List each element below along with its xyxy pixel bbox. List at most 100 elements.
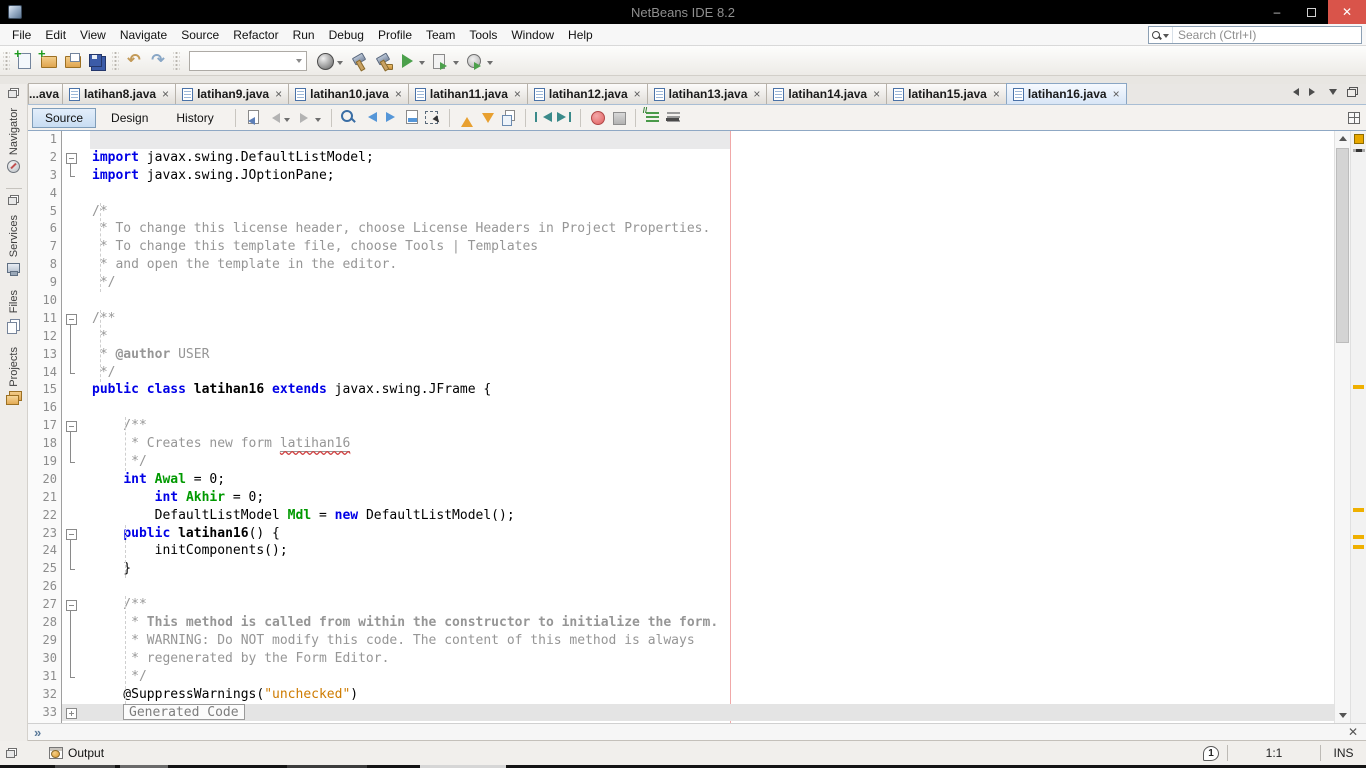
output-tab[interactable]: Output bbox=[47, 744, 112, 762]
close-button[interactable]: ✕ bbox=[1328, 0, 1366, 24]
scroll-tabs-right-button[interactable] bbox=[1309, 88, 1319, 96]
move-up-icon[interactable] bbox=[458, 109, 475, 127]
code-line[interactable]: */ bbox=[90, 668, 1334, 686]
fold-marker[interactable] bbox=[62, 166, 90, 185]
menu-refactor[interactable]: Refactor bbox=[226, 25, 285, 45]
minimize-button[interactable]: – bbox=[1260, 0, 1294, 24]
code-line[interactable]: /** bbox=[90, 310, 1334, 328]
code-line[interactable]: DefaultListModel Mdl = new DefaultListMo… bbox=[90, 507, 1334, 525]
fold-marker[interactable] bbox=[62, 363, 90, 382]
code-line[interactable]: * To change this template file, choose T… bbox=[90, 238, 1334, 256]
code-line[interactable]: * WARNING: Do NOT modify this code. The … bbox=[90, 632, 1334, 650]
shift-left-icon[interactable] bbox=[534, 109, 552, 126]
line-number[interactable]: 1 bbox=[36, 131, 57, 149]
code-line[interactable]: */ bbox=[90, 364, 1334, 382]
code-fold-gutter[interactable] bbox=[62, 131, 90, 723]
line-number[interactable]: 13 bbox=[36, 346, 57, 364]
notification-badge[interactable]: 1 bbox=[1203, 745, 1219, 761]
menu-tools[interactable]: Tools bbox=[462, 25, 504, 45]
error-stripe[interactable] bbox=[1350, 131, 1366, 723]
line-number[interactable]: 33 bbox=[36, 704, 57, 722]
line-number-gutter[interactable]: 1 2 3 4 5 6 7 8 9 10 11 12 13 14 15 16 17 18 19 20 21 22 23 24 2… bbox=[36, 131, 62, 723]
fold-marker[interactable] bbox=[62, 703, 90, 722]
dropdown-caret-icon[interactable] bbox=[337, 61, 343, 68]
menu-source[interactable]: Source bbox=[174, 25, 226, 45]
warning-stripe-mark[interactable] bbox=[1353, 385, 1364, 389]
split-editor-icon[interactable] bbox=[1348, 111, 1360, 124]
view-button-history[interactable]: History bbox=[163, 108, 226, 128]
menu-window[interactable]: Window bbox=[504, 25, 561, 45]
vertical-scrollbar[interactable] bbox=[1334, 131, 1350, 723]
tab-close-icon[interactable] bbox=[395, 89, 402, 99]
view-button-design[interactable]: Design bbox=[98, 108, 161, 128]
folded-code-placeholder[interactable]: Generated Code bbox=[123, 703, 245, 720]
warning-stripe-mark[interactable] bbox=[1353, 508, 1364, 512]
line-number[interactable]: 4 bbox=[36, 185, 57, 203]
build-project-icon[interactable] bbox=[350, 52, 368, 70]
fold-marker[interactable] bbox=[62, 614, 90, 632]
breadcrumb-close-icon[interactable]: ✕ bbox=[1348, 725, 1366, 739]
menu-run[interactable]: Run bbox=[286, 25, 322, 45]
tab-close-icon[interactable] bbox=[514, 89, 521, 99]
profile-project-icon[interactable] bbox=[466, 52, 484, 70]
scrollbar-up-button[interactable] bbox=[1335, 131, 1351, 146]
tab-list-dropdown-button[interactable] bbox=[1329, 89, 1337, 99]
line-number[interactable]: 2 bbox=[36, 149, 57, 167]
tab-latihan15-java[interactable]: latihan15.java bbox=[886, 83, 1006, 104]
dropdown-caret-icon[interactable] bbox=[283, 118, 290, 125]
toggle-highlight-icon[interactable] bbox=[403, 109, 420, 126]
uncomment-icon[interactable] bbox=[665, 109, 682, 126]
fold-marker[interactable] bbox=[62, 345, 90, 364]
tab-latihan14-java[interactable]: latihan14.java bbox=[766, 83, 887, 104]
sidebar-item-projects[interactable]: Projects bbox=[6, 343, 22, 416]
menu-debug[interactable]: Debug bbox=[322, 25, 371, 45]
line-number[interactable]: 18 bbox=[36, 435, 57, 453]
line-number[interactable]: 22 bbox=[36, 507, 57, 525]
fold-marker[interactable] bbox=[62, 542, 90, 561]
fold-marker[interactable] bbox=[62, 649, 90, 668]
forward-icon[interactable] bbox=[296, 109, 313, 126]
rectangular-selection-icon[interactable] bbox=[424, 109, 441, 126]
code-line[interactable]: } bbox=[90, 560, 1334, 578]
line-number[interactable]: 24 bbox=[36, 542, 57, 560]
maximize-editor-icon[interactable] bbox=[1347, 87, 1358, 97]
tab-latihan16-java[interactable]: latihan16.java bbox=[1005, 83, 1127, 104]
code-line[interactable]: * regenerated by the Form Editor. bbox=[90, 650, 1334, 668]
line-number[interactable]: 19 bbox=[36, 453, 57, 471]
fold-marker[interactable] bbox=[62, 667, 90, 686]
line-number[interactable]: 30 bbox=[36, 650, 57, 668]
menu-help[interactable]: Help bbox=[561, 25, 600, 45]
line-number[interactable]: 26 bbox=[36, 578, 57, 596]
tab-latihan12-java[interactable]: latihan12.java bbox=[526, 83, 647, 104]
view-button-source[interactable]: Source bbox=[32, 107, 97, 128]
move-down-icon[interactable] bbox=[479, 109, 496, 126]
code-line[interactable]: /** bbox=[90, 596, 1334, 614]
line-number[interactable]: 11 bbox=[36, 310, 57, 328]
line-number[interactable]: 16 bbox=[36, 399, 57, 417]
line-number[interactable]: 8 bbox=[36, 256, 57, 274]
fold-marker[interactable] bbox=[62, 596, 90, 614]
warning-stripe-mark[interactable] bbox=[1353, 545, 1364, 549]
code-line[interactable] bbox=[90, 185, 1334, 203]
code-line[interactable]: /** bbox=[90, 417, 1334, 435]
tab-latihan11-java[interactable]: latihan11.java bbox=[407, 83, 527, 104]
code-line[interactable]: * bbox=[90, 328, 1334, 346]
code-line[interactable] bbox=[90, 292, 1334, 310]
code-line[interactable]: @SuppressWarnings("unchecked") bbox=[90, 686, 1334, 704]
tab-latihan9-java[interactable]: latihan9.java bbox=[175, 83, 289, 104]
code-line[interactable]: */ bbox=[90, 453, 1334, 471]
dock-window-icon[interactable] bbox=[8, 88, 19, 98]
stop-macro-recording-icon[interactable] bbox=[610, 109, 627, 126]
clean-build-project-icon[interactable] bbox=[374, 52, 393, 70]
last-edit-location-icon[interactable] bbox=[244, 109, 261, 126]
ide-status-icon[interactable] bbox=[316, 52, 334, 70]
start-macro-recording-icon[interactable] bbox=[589, 109, 606, 126]
fold-marker[interactable] bbox=[62, 435, 90, 453]
code-line[interactable]: * @author USER bbox=[90, 346, 1334, 364]
tab-close-icon[interactable] bbox=[162, 89, 169, 99]
menu-profile[interactable]: Profile bbox=[371, 25, 419, 45]
search-input[interactable] bbox=[1173, 28, 1361, 42]
tab-close-icon[interactable] bbox=[1113, 89, 1120, 99]
line-number[interactable]: 7 bbox=[36, 238, 57, 256]
menu-navigate[interactable]: Navigate bbox=[113, 25, 174, 45]
